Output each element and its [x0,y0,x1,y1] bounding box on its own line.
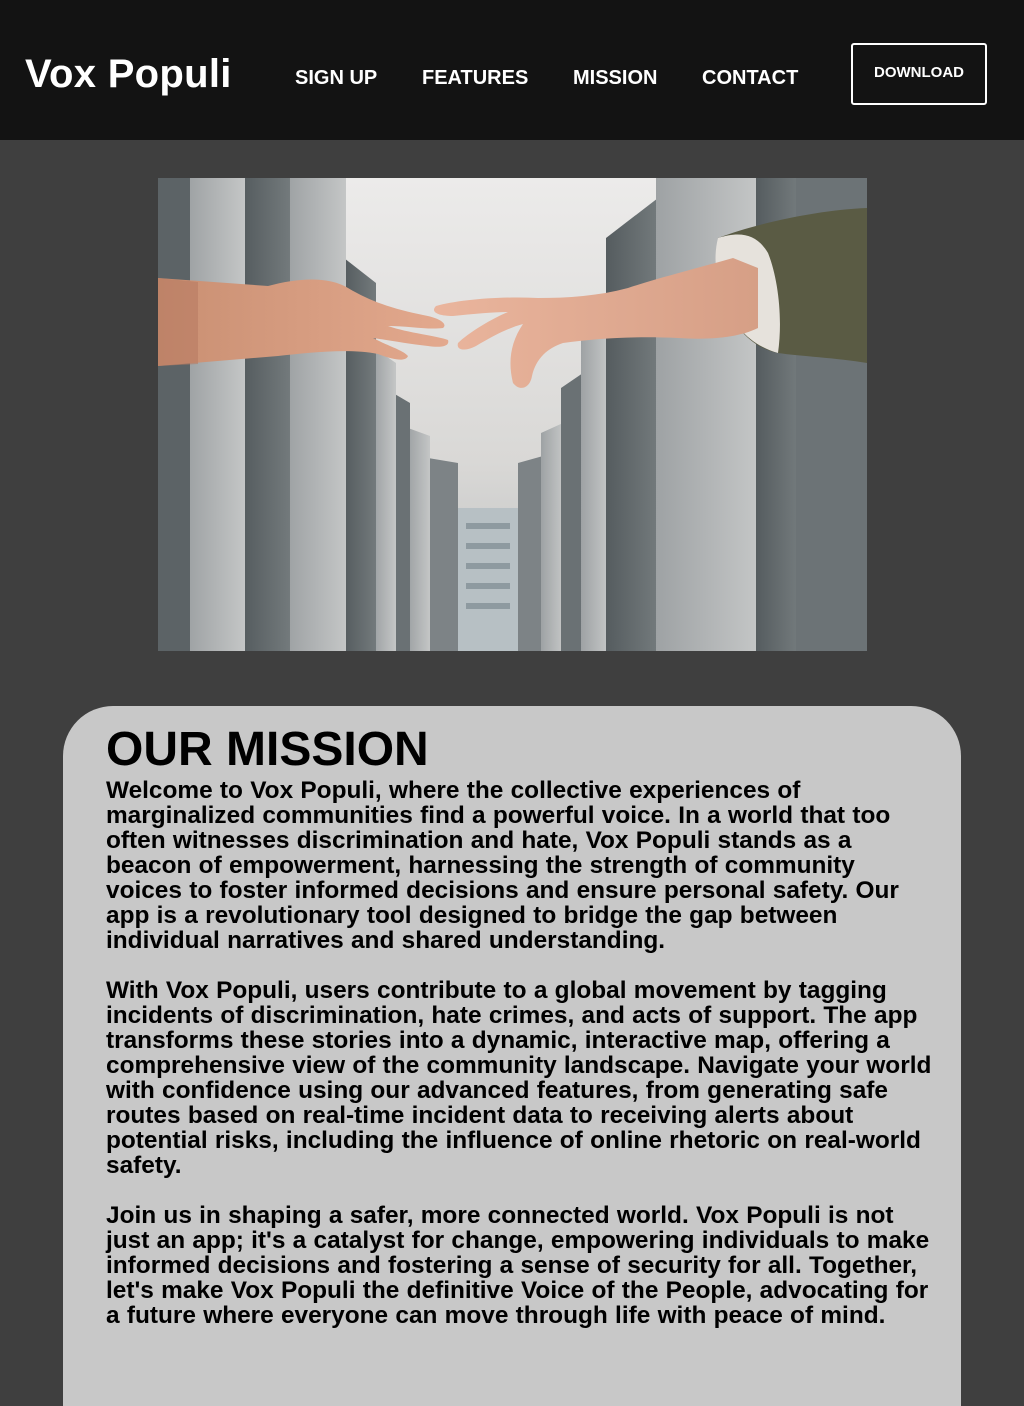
mission-paragraph-3: Join us in shaping a safer, more connect… [106,1202,930,1329]
nav-contact[interactable]: CONTACT [702,66,798,90]
top-navbar: Vox Populi SIGN UP FEATURES MISSION CONT… [0,0,1024,140]
mission-paragraph-2: With Vox Populi, users contribute to a g… [106,977,932,1179]
download-button[interactable]: DOWNLOAD [851,43,987,105]
nav-sign-up[interactable]: SIGN UP [295,66,377,90]
hands-reaching-illustration [158,178,867,651]
hero-image [158,178,867,651]
mission-title: OUR MISSION [106,723,429,776]
mission-paragraph-1: Welcome to Vox Populi, where the collect… [106,777,899,954]
nav-features[interactable]: FEATURES [422,66,528,90]
brand-logo[interactable]: Vox Populi [25,52,232,96]
nav-mission[interactable]: MISSION [573,66,657,90]
mission-card: OUR MISSION Welcome to Vox Populi, where… [63,706,961,1406]
